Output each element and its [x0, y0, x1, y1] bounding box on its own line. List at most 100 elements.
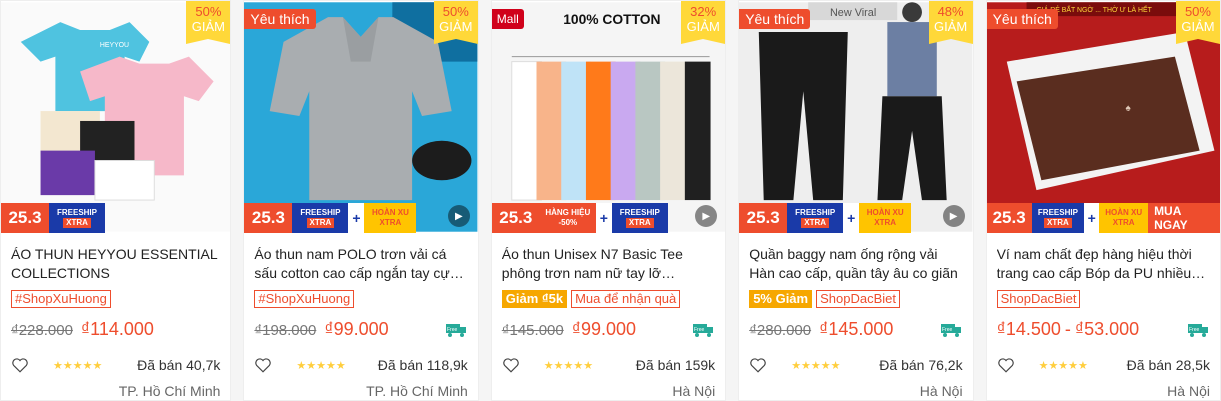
tag-row: #ShopXuHuong [11, 289, 220, 309]
promo-bar: 25.3 FREESHIP XTRA [1, 203, 230, 233]
sale-price: ₫114.000 [80, 319, 154, 339]
coin-badge: HOÀN XU XTRA [1099, 203, 1149, 233]
sold-count: Đã bán 76,2k [879, 357, 963, 373]
freeship-badge: FREESHIP XTRA [292, 203, 349, 233]
product-title[interactable]: ÁO THUN HEYYOU ESSENTIAL COLLECTIONS [11, 245, 220, 283]
rating-stars: ★★★★★ [543, 359, 594, 372]
price-row: ₫14.500 - ₫53.000 Free [997, 319, 1210, 341]
product-card[interactable]: Yêu thích 50% GIẢM 25.3 FREESHIP XTRA + H… [243, 0, 479, 401]
product-image[interactable]: GIÁ RẺ BẤT NGỜ ... THỜ Ư LÀ HẾT ♠ Yêu th… [986, 1, 1220, 233]
svg-text:100% COTTON: 100% COTTON [563, 11, 660, 27]
old-price: ₫198.000 [254, 322, 317, 339]
discount-badge: 32% GIẢM [681, 1, 726, 44]
discount-badge: 50% GIẢM [1175, 1, 1220, 44]
product-card[interactable]: HEYYOU 50% GIẢM 25.3 FREESHIP XTRA ÁO THU… [0, 0, 232, 401]
old-price: ₫280.000 [749, 322, 812, 339]
shop-tag: #ShopXuHuong [11, 290, 111, 308]
favorite-badge: Yêu thích [244, 9, 316, 29]
shop-tag: #ShopXuHuong [254, 290, 355, 308]
location: Hà Nội [672, 383, 716, 399]
sold-count: Đã bán 159k [635, 357, 716, 373]
location: TP. Hồ Chí Minh [366, 383, 468, 399]
location: Hà Nội [1167, 383, 1210, 399]
freeship-badge: FREESHIP XTRA [1031, 203, 1085, 233]
price-row: ₫145.000 ₫99.000 Free [502, 319, 715, 341]
product-image[interactable]: 100% COTTON Mall 32% GIẢM 25.3 HÀNG HIỆU… [491, 1, 726, 233]
rating-stars: ★★★★★ [791, 359, 841, 372]
svg-text:♠: ♠ [1125, 103, 1130, 114]
rating-stars: ★★★★★ [296, 359, 346, 372]
voucher-tag: Giảm ₫5k [501, 290, 568, 308]
promo-bar: 25.3 FREESHIP XTRA + HOÀN XU XTRA [244, 203, 477, 233]
product-image[interactable]: HEYYOU 50% GIẢM 25.3 FREESHIP XTRA [1, 1, 231, 233]
product-title[interactable]: Ví nam chất đẹp hàng hiệu thời trang cao… [997, 245, 1210, 283]
sold-count: Đã bán 118,9k [377, 357, 468, 373]
buy-now-badge: MUA NGAY [1148, 203, 1220, 233]
product-title[interactable]: Áo thun nam POLO trơn vải cá sấu cotton … [254, 245, 467, 283]
freeship-badge: FREESHIP XTRA [787, 203, 844, 233]
product-card[interactable]: New Viral Yêu thích 48% GIẢM 25.3 FREESH… [738, 0, 974, 401]
price-min: ₫14.500 [996, 319, 1061, 339]
product-title[interactable]: Áo thun Unisex N7 Basic Tee phông trơn n… [502, 245, 715, 283]
price-row: ₫228.000 ₫114.000 [11, 319, 220, 341]
product-card[interactable]: 100% COTTON Mall 32% GIẢM 25.3 HÀNG HIỆU… [490, 0, 727, 401]
mall-badge: Mall [491, 9, 524, 29]
promo-bar: 25.3 HÀNG HIỆU -50% + FREESHIP XTRA [491, 203, 725, 233]
promo-bar: 25.3 FREESHIP XTRA + HOÀN XU XTRA MUA NGAY [986, 203, 1220, 233]
freeship-badge: FREESHIP XTRA [49, 203, 105, 233]
heart-icon[interactable] [254, 356, 272, 374]
old-price: ₫145.000 [501, 322, 564, 339]
rating-stars: ★★★★★ [1038, 359, 1088, 372]
svg-text:HEYYOU: HEYYOU [100, 42, 129, 49]
product-image[interactable]: New Viral Yêu thích 48% GIẢM 25.3 FREESH… [739, 1, 973, 233]
sale-price: ₫99.000 [571, 319, 637, 339]
tag-row: Giảm ₫5k Mua để nhận quà [501, 289, 715, 309]
heart-icon[interactable] [502, 356, 520, 374]
favorite-badge: Yêu thích [739, 9, 811, 29]
sold-count: Đã bán 40,7k [137, 357, 221, 373]
product-grid: HEYYOU 50% GIẢM 25.3 FREESHIP XTRA ÁO THU… [0, 0, 1221, 401]
svg-text:Free: Free [1189, 327, 1200, 333]
tag-row: 5% Giảm ShopDacBiet [749, 289, 962, 309]
play-video-icon[interactable]: ▶ [447, 205, 470, 227]
gift-tag: Mua để nhận quà [571, 290, 681, 308]
tag-row: #ShopXuHuong [254, 289, 467, 309]
voucher-tag: 5% Giảm [749, 290, 813, 308]
brand-sale-badge: HÀNG HIỆU -50% [539, 203, 596, 233]
sold-count: Đã bán 28,5k [1126, 357, 1210, 373]
freeship-badge: FREESHIP XTRA [611, 203, 668, 233]
svg-text:New Viral: New Viral [830, 7, 876, 19]
price-row: ₫198.000 ₫99.000 Free [254, 319, 467, 341]
location: Hà Nội [919, 383, 963, 399]
discount-badge: 50% GIẢM [186, 1, 231, 44]
product-title[interactable]: Quần baggy nam ống rộng vải Hàn cao cấp,… [749, 245, 962, 283]
svg-text:Free: Free [447, 327, 458, 333]
price-separator: - [1064, 319, 1071, 339]
sale-price: ₫99.000 [324, 319, 389, 339]
coin-badge: HOÀN XU XTRA [364, 203, 417, 233]
discount-badge: 50% GIẢM [433, 1, 478, 44]
svg-text:Free: Free [942, 327, 953, 333]
svg-text:Free: Free [694, 327, 705, 333]
sale-price: ₫145.000 [819, 319, 894, 339]
play-video-icon[interactable]: ▶ [942, 205, 965, 227]
promo-bar: 25.3 FREESHIP XTRA + HOÀN XU XTRA [739, 203, 972, 233]
free-shipping-icon: Free [693, 324, 714, 337]
tag-row: ShopDacBiet [996, 289, 1210, 309]
discount-badge: 48% GIẢM [928, 1, 973, 44]
heart-icon[interactable] [749, 356, 767, 374]
product-card[interactable]: GIÁ RẺ BẤT NGỜ ... THỜ Ư LÀ HẾT ♠ Yêu th… [985, 0, 1221, 401]
free-shipping-icon: Free [940, 324, 961, 337]
location: TP. Hồ Chí Minh [118, 383, 221, 399]
heart-icon[interactable] [997, 356, 1015, 374]
shop-tag: ShopDacBiet [996, 290, 1081, 308]
rating-stars: ★★★★★ [53, 359, 103, 372]
price-max: ₫53.000 [1074, 319, 1140, 339]
product-image[interactable]: Yêu thích 50% GIẢM 25.3 FREESHIP XTRA + H… [244, 1, 478, 233]
coin-badge: HOÀN XU XTRA [859, 203, 912, 233]
favorite-badge: Yêu thích [986, 9, 1058, 29]
free-shipping-icon: Free [445, 324, 466, 337]
shop-tag: ShopDacBiet [816, 290, 900, 308]
heart-icon[interactable] [11, 356, 29, 374]
price-row: ₫280.000 ₫145.000 Free [749, 319, 962, 341]
